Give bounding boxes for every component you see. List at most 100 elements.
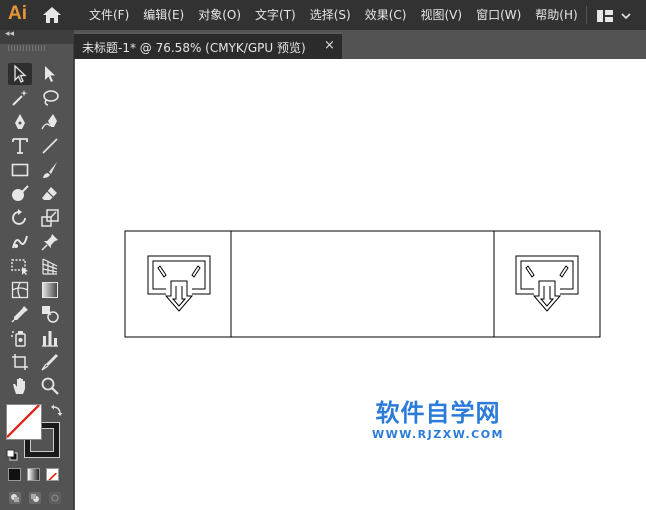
symbol-sprayer-tool[interactable] (8, 327, 32, 349)
default-colors-icon[interactable] (6, 446, 18, 461)
swap-fill-stroke-icon[interactable] (50, 402, 64, 416)
draw-normal-icon[interactable] (8, 490, 22, 504)
perspective-grid-tool[interactable] (38, 255, 62, 277)
blend-tool[interactable] (38, 303, 62, 325)
menu-help[interactable]: 帮助(H) (528, 0, 584, 30)
lasso-tool[interactable] (38, 87, 62, 109)
watermark-url: WWW.RJZXW.COM (372, 428, 504, 441)
pin-icon (41, 234, 58, 251)
color-mode-button[interactable] (8, 468, 21, 481)
selection-tool[interactable] (8, 63, 32, 85)
eyedropper-icon (11, 306, 28, 323)
menu-window[interactable]: 窗口(W) (469, 0, 528, 30)
artboard-canvas[interactable] (75, 59, 646, 510)
no-fill-slash-icon (6, 404, 40, 438)
menu-object[interactable]: 对象(O) (191, 0, 248, 30)
lasso-icon (43, 90, 59, 106)
scale-icon (41, 209, 59, 227)
free-transform-icon (11, 259, 28, 275)
paintbrush-icon (43, 162, 57, 178)
artboard-icon (12, 354, 28, 370)
magic-wand-icon (12, 90, 28, 106)
free-transform-tool[interactable] (8, 255, 32, 277)
tools-panel: ◂◂ (0, 29, 74, 510)
fill-swatch-none[interactable] (6, 404, 42, 440)
menu-edit[interactable]: 编辑(E) (136, 0, 191, 30)
color-mode-row (8, 468, 66, 482)
zoom-magnifier-icon (41, 377, 59, 395)
eraser-icon (42, 187, 57, 200)
watermark-title: 软件自学网 (375, 399, 501, 427)
curvature-pen-icon (41, 114, 57, 130)
menu-file[interactable]: 文件(F) (82, 0, 136, 30)
pen-tool[interactable] (8, 111, 32, 133)
hand-tool[interactable] (8, 375, 32, 397)
rotate-tool[interactable] (8, 207, 32, 229)
document-tab[interactable]: 未标题-1* @ 76.58% (CMYK/GPU 预览) × (74, 32, 342, 59)
close-tab-icon[interactable]: × (324, 38, 335, 53)
gradient-mode-button[interactable] (27, 468, 40, 481)
gradient-icon (42, 282, 58, 298)
warp-icon (12, 235, 28, 249)
paintbrush-tool[interactable] (38, 159, 62, 181)
draw-behind-icon[interactable] (28, 490, 42, 504)
draw-mode-row (8, 490, 68, 504)
none-slash-icon (48, 472, 57, 480)
none-mode-button[interactable] (46, 468, 59, 481)
zoom-tool[interactable] (38, 375, 62, 397)
type-tool[interactable] (8, 135, 32, 157)
rectangle-icon (11, 163, 29, 177)
slice-tool[interactable] (38, 351, 62, 373)
menu-select[interactable]: 选择(S) (303, 0, 358, 30)
perspective-grid-icon (42, 258, 58, 275)
direct-selection-tool[interactable] (38, 63, 62, 85)
magic-wand-tool[interactable] (8, 87, 32, 109)
artwork-drawing (124, 230, 601, 338)
column-graph-icon (42, 331, 58, 347)
selection-arrow-icon (14, 64, 27, 83)
menu-view[interactable]: 视图(V) (413, 0, 469, 30)
line-icon (42, 138, 58, 154)
left-download-symbol (147, 255, 211, 312)
eraser-tool[interactable] (38, 183, 62, 205)
direct-selection-arrow-icon (45, 66, 55, 82)
menu-list: 文件(F) 编辑(E) 对象(O) 文字(T) 选择(S) 效果(C) 视图(V… (82, 0, 585, 30)
slice-knife-icon (41, 354, 58, 371)
menu-separator (586, 6, 587, 24)
artboard-tool[interactable] (8, 351, 32, 373)
outer-rectangle (124, 230, 601, 338)
mesh-icon (11, 281, 29, 299)
toolbar-header: ◂◂ (0, 29, 74, 44)
document-tab-title: 未标题-1* @ 76.58% (CMYK/GPU 预览) (82, 41, 306, 55)
curvature-tool[interactable] (38, 111, 62, 133)
scale-tool[interactable] (38, 207, 62, 229)
workspace-switcher-icon[interactable] (596, 8, 636, 22)
eyedropper-tool[interactable] (8, 303, 32, 325)
symbol-sprayer-icon (11, 331, 26, 347)
rectangle-tool[interactable] (8, 159, 32, 181)
shaper-tool[interactable] (8, 183, 32, 205)
line-segment-tool[interactable] (38, 135, 62, 157)
toolbar-grip[interactable] (8, 45, 46, 51)
fill-stroke-widget (4, 402, 70, 464)
right-download-symbol (515, 255, 579, 312)
collapse-toolbar-icon[interactable]: ◂◂ (5, 29, 14, 39)
document-tab-strip: 未标题-1* @ 76.58% (CMYK/GPU 预览) × (74, 30, 646, 59)
menu-bar: Ai 文件(F) 编辑(E) 对象(O) 文字(T) 选择(S) 效果(C) 视… (0, 0, 646, 30)
mesh-tool[interactable] (8, 279, 32, 301)
rotate-icon (12, 209, 26, 225)
column-graph-tool[interactable] (38, 327, 62, 349)
menu-effect[interactable]: 效果(C) (358, 0, 414, 30)
blend-icon (42, 306, 59, 323)
ai-logo: Ai (8, 3, 27, 24)
type-icon (12, 138, 28, 154)
gradient-tool[interactable] (38, 279, 62, 301)
puppet-warp-tool[interactable] (8, 231, 32, 253)
hand-icon (13, 378, 25, 394)
home-icon[interactable] (42, 6, 62, 24)
pin-tool[interactable] (38, 231, 62, 253)
menu-type[interactable]: 文字(T) (248, 0, 303, 30)
shaper-icon (12, 185, 29, 201)
watermark: 软件自学网 WWW.RJZXW.COM (372, 398, 504, 441)
draw-inside-icon[interactable] (48, 490, 62, 504)
